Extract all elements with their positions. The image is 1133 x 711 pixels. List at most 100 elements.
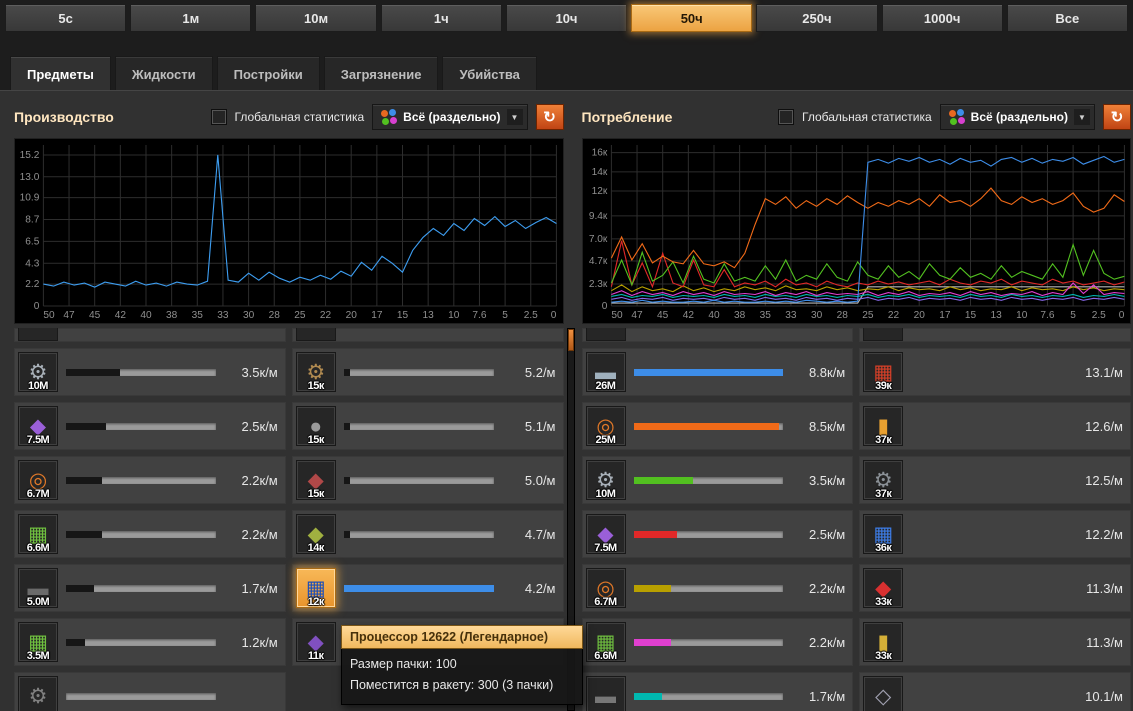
time-button-1000ч[interactable]: 1000ч xyxy=(881,4,1003,32)
electronic-circuit-icon[interactable]: ▦ 6.6M xyxy=(18,514,58,554)
electronic-circuit-icon[interactable]: ▦ 6.6M xyxy=(585,622,626,662)
stone-icon[interactable]: ● 15к xyxy=(295,406,336,446)
purple-item-icon[interactable]: ◆ 11к xyxy=(295,622,336,662)
item-count: 3.5M xyxy=(26,650,50,662)
stat-row[interactable]: ▦ 6.6M 2.2к/м xyxy=(14,510,286,558)
quality-filter-dropdown[interactable]: Всё (раздельно) ▼ xyxy=(939,104,1095,130)
svg-text:15.2: 15.2 xyxy=(20,150,40,161)
iron-gear-icon[interactable]: ⚙ 10M xyxy=(18,352,58,392)
dark-plate-icon[interactable]: ▬ xyxy=(585,676,626,711)
gear-assembly-icon[interactable]: ⚙ 37к xyxy=(863,460,904,500)
scrollbar-thumb[interactable] xyxy=(567,329,574,351)
svg-text:5: 5 xyxy=(502,310,508,321)
item-rate: 8.8к/м xyxy=(808,364,846,380)
tab-Загрязнение[interactable]: Загрязнение xyxy=(323,56,439,91)
item-rate: 1.7к/м xyxy=(808,688,846,704)
tab-Постройки[interactable]: Постройки xyxy=(216,56,320,91)
tooltip-line-rocket-capacity: Поместится в ракету: 300 (3 пачки) xyxy=(350,678,554,693)
stat-row[interactable]: ▮ 33к 11.3/м xyxy=(859,618,1131,666)
stat-row[interactable]: ◆ 15к 5.0/м xyxy=(291,456,564,504)
consumption-chart: 50 47 45 42 40 38 35 33 30 28 25 22 20 17 15 13 10 7.6 5 2.… xyxy=(581,138,1131,324)
battery-icon[interactable]: ▮ 37к xyxy=(863,406,904,446)
svg-text:4.3: 4.3 xyxy=(25,258,39,269)
copper-cable-icon[interactable]: ◎ 6.7M xyxy=(18,460,58,500)
svg-text:22: 22 xyxy=(887,310,899,321)
stat-row[interactable]: ▦ 6.6M 2.2к/м xyxy=(581,618,854,666)
processor-icon[interactable]: ▦ 36к xyxy=(863,514,904,554)
item-count: 37к xyxy=(875,434,892,446)
stat-row[interactable]: ◇ 10.1/м xyxy=(859,672,1131,711)
iron-plate-icon[interactable]: ▬ 26M xyxy=(585,352,626,392)
ammo-icon[interactable]: ▮ 33к xyxy=(863,622,904,662)
time-button-250ч[interactable]: 250ч xyxy=(756,4,878,32)
time-button-1м[interactable]: 1м xyxy=(130,4,252,32)
stat-row[interactable]: ◎ 6.7M 2.2к/м xyxy=(581,564,854,612)
stat-row[interactable]: ▬ 5.0M 1.7к/м xyxy=(14,564,286,612)
stat-bar xyxy=(633,476,784,484)
time-button-1ч[interactable]: 1ч xyxy=(380,4,502,32)
time-button-5с[interactable]: 5с xyxy=(5,4,127,32)
item-count: 7.5M xyxy=(594,542,617,554)
item-icon[interactable]: ◇ xyxy=(863,676,904,711)
item-rate: 5.2/м xyxy=(524,364,556,380)
dark-plate-icon[interactable]: ▬ 5.0M xyxy=(18,568,58,608)
item-count: 15к xyxy=(307,488,325,500)
stat-row[interactable]: ◆ 7.5M 2.5к/м xyxy=(14,402,286,450)
header-controls: Глобальная статистика Всё (раздельно) ▼ ↻ xyxy=(210,104,564,130)
processor-icon[interactable]: ▦ 12к xyxy=(295,568,336,608)
purple-item-icon[interactable]: ◆ 7.5M xyxy=(18,406,58,446)
svg-text:6.5: 6.5 xyxy=(25,236,39,247)
copper-cable-icon[interactable]: ◎ 25M xyxy=(585,406,626,446)
green-item-icon[interactable]: ◆ 14к xyxy=(295,514,336,554)
stat-row[interactable]: ⚙ 10M 3.5к/м xyxy=(14,348,286,396)
copper-cable-icon[interactable]: ◎ 6.7M xyxy=(585,568,626,608)
time-button-10ч[interactable]: 10ч xyxy=(505,4,628,32)
item-rate: 2.2к/м xyxy=(808,580,846,596)
stat-bar xyxy=(633,530,784,538)
advanced-circuit-icon[interactable]: ▦ 39к xyxy=(863,352,904,392)
red-item-icon[interactable]: ◆ 15к xyxy=(295,460,336,500)
stat-bar xyxy=(66,422,216,430)
iron-gear-icon[interactable]: ⚙ 10M xyxy=(585,460,626,500)
tab-Жидкости[interactable]: Жидкости xyxy=(114,56,213,91)
item-icon[interactable]: ⚙ xyxy=(18,676,58,711)
stat-bar-fill xyxy=(633,368,784,376)
tab-Убийства[interactable]: Убийства xyxy=(442,56,537,91)
electronic-circuit-icon[interactable]: ▦ 3.5M xyxy=(18,622,58,662)
global-stats-checkbox[interactable] xyxy=(210,109,227,125)
tab-Предметы[interactable]: Предметы xyxy=(10,56,111,91)
global-stats-checkbox[interactable] xyxy=(778,109,795,125)
stat-row[interactable]: ⚙ 15к 5.2/м xyxy=(291,348,564,396)
explosives-icon[interactable]: ◆ 33к xyxy=(863,568,904,608)
stat-row[interactable]: ◆ 33к 11.3/м xyxy=(859,564,1131,612)
stat-row[interactable]: ◎ 6.7M 2.2к/м xyxy=(14,456,286,504)
stat-row[interactable]: ▬ 1.7к/м xyxy=(581,672,854,711)
stat-row[interactable]: ▦ 36к 12.2/м xyxy=(859,510,1131,558)
stat-row[interactable]: ⚙ 10M 3.5к/м xyxy=(581,456,854,504)
stat-bar xyxy=(343,476,494,484)
stat-row[interactable]: ◆ 14к 4.7/м xyxy=(291,510,564,558)
time-button-10м[interactable]: 10м xyxy=(255,4,377,32)
stat-bar xyxy=(66,638,216,646)
stat-row[interactable]: ▦ 3.5M 1.2к/м xyxy=(14,618,286,666)
purple-item-icon[interactable]: ◆ 7.5M xyxy=(585,514,626,554)
stat-row[interactable]: ⚙ xyxy=(14,672,286,711)
stat-row[interactable]: ▦ 39к 13.1/м xyxy=(859,348,1131,396)
time-button-50ч[interactable]: 50ч xyxy=(631,4,753,32)
svg-text:28: 28 xyxy=(269,310,281,321)
stat-row[interactable]: ◎ 25M 8.5к/м xyxy=(581,402,854,450)
reset-button[interactable]: ↻ xyxy=(1103,104,1131,130)
stat-row[interactable]: ◆ 7.5M 2.5к/м xyxy=(581,510,854,558)
stat-row[interactable]: ▬ 26M 8.8к/м xyxy=(581,348,854,396)
stat-row[interactable]: ▦ 12к 4.2/м xyxy=(291,564,564,612)
item-icon-clipped xyxy=(585,328,626,341)
time-button-Все[interactable]: Все xyxy=(1006,4,1128,32)
stat-row[interactable]: ▮ 37к 12.6/м xyxy=(859,402,1131,450)
reset-button[interactable]: ↻ xyxy=(535,104,564,130)
stat-row[interactable]: ⚙ 37к 12.5/м xyxy=(859,456,1131,504)
quality-filter-dropdown[interactable]: Всё (раздельно) ▼ xyxy=(372,104,528,130)
svg-text:10: 10 xyxy=(1016,310,1028,321)
gear-assembly-icon[interactable]: ⚙ 15к xyxy=(295,352,336,392)
stat-row[interactable]: ● 15к 5.1/м xyxy=(291,402,564,450)
svg-text:10.9: 10.9 xyxy=(20,193,40,204)
